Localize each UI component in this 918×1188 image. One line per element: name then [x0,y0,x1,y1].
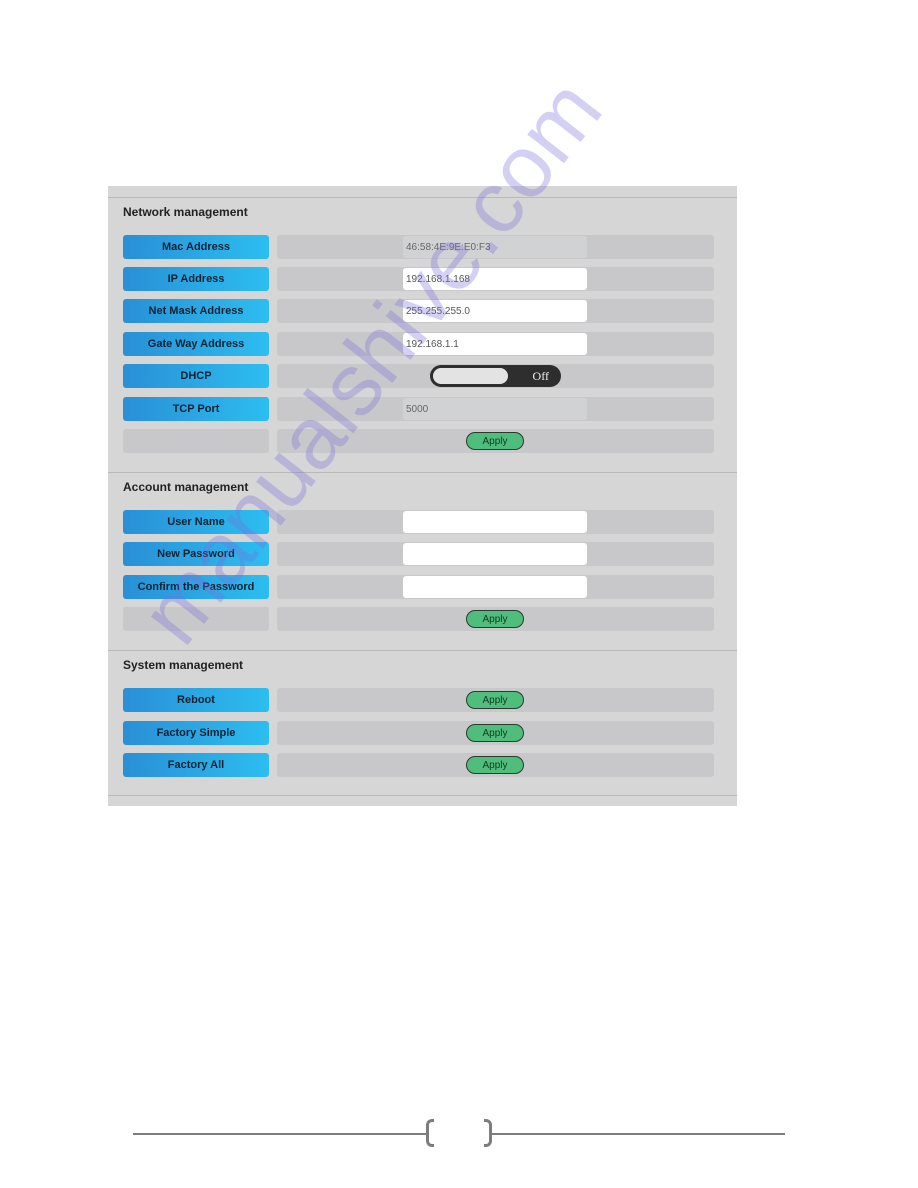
system-section-title: System management [123,658,244,672]
net-mask-field[interactable] [403,300,587,322]
value-cell [277,235,714,259]
gateway-field[interactable] [403,333,587,355]
section-divider [108,197,737,198]
reboot-apply-button[interactable]: Apply [466,691,524,709]
new-password-row: New Password [123,542,714,566]
net-mask-row: Net Mask Address [123,299,714,323]
factory-simple-label: Factory Simple [123,721,269,745]
footer-rule-right [489,1133,785,1135]
value-cell: Apply [277,607,714,631]
value-cell [277,299,714,323]
factory-all-label: Factory All [123,753,269,777]
mac-address-row: Mac Address [123,235,714,259]
toggle-state-text: Off [532,369,549,383]
tcp-port-label: TCP Port [123,397,269,421]
value-cell [277,575,714,599]
section-divider [108,472,737,473]
value-cell: Apply [277,429,714,453]
new-password-field[interactable] [403,543,587,565]
network-apply-button[interactable]: Apply [466,432,524,450]
gateway-row: Gate Way Address [123,332,714,356]
value-cell [277,267,714,291]
dhcp-label: DHCP [123,364,269,388]
gateway-label: Gate Way Address [123,332,269,356]
toggle-knob [433,368,508,384]
value-cell [277,510,714,534]
confirm-password-row: Confirm the Password [123,575,714,599]
ip-address-label: IP Address [123,267,269,291]
net-mask-label: Net Mask Address [123,299,269,323]
empty-label [123,607,269,631]
value-cell [277,397,714,421]
reboot-row: Reboot Apply [123,688,714,712]
confirm-password-label: Confirm the Password [123,575,269,599]
dhcp-row: DHCP Off [123,364,714,388]
ip-address-row: IP Address [123,267,714,291]
value-cell: Apply [277,721,714,745]
factory-simple-apply-button[interactable]: Apply [466,724,524,742]
account-apply-button[interactable]: Apply [466,610,524,628]
tcp-port-field[interactable] [403,398,587,420]
confirm-password-field[interactable] [403,576,587,598]
value-cell [277,542,714,566]
network-apply-row: Apply [123,429,714,453]
section-divider [108,795,737,796]
empty-label [123,429,269,453]
user-name-row: User Name [123,510,714,534]
value-cell: Apply [277,753,714,777]
mac-address-field[interactable] [403,236,587,258]
account-apply-row: Apply [123,607,714,631]
user-name-field[interactable] [403,511,587,533]
tcp-port-row: TCP Port [123,397,714,421]
value-cell: Apply [277,688,714,712]
factory-simple-row: Factory Simple Apply [123,721,714,745]
dhcp-toggle[interactable]: Off [430,365,561,387]
factory-all-apply-button[interactable]: Apply [466,756,524,774]
mac-address-label: Mac Address [123,235,269,259]
settings-panel: Network management Mac Address IP Addres… [108,186,737,806]
ip-address-field[interactable] [403,268,587,290]
user-name-label: User Name [123,510,269,534]
account-section-title: Account management [123,480,249,494]
network-section-title: Network management [123,205,248,219]
reboot-label: Reboot [123,688,269,712]
page-bracket-left-icon [426,1119,434,1147]
new-password-label: New Password [123,542,269,566]
section-divider [108,650,737,651]
footer-rule-left [133,1133,429,1135]
value-cell: Off [277,364,714,388]
factory-all-row: Factory All Apply [123,753,714,777]
value-cell [277,332,714,356]
